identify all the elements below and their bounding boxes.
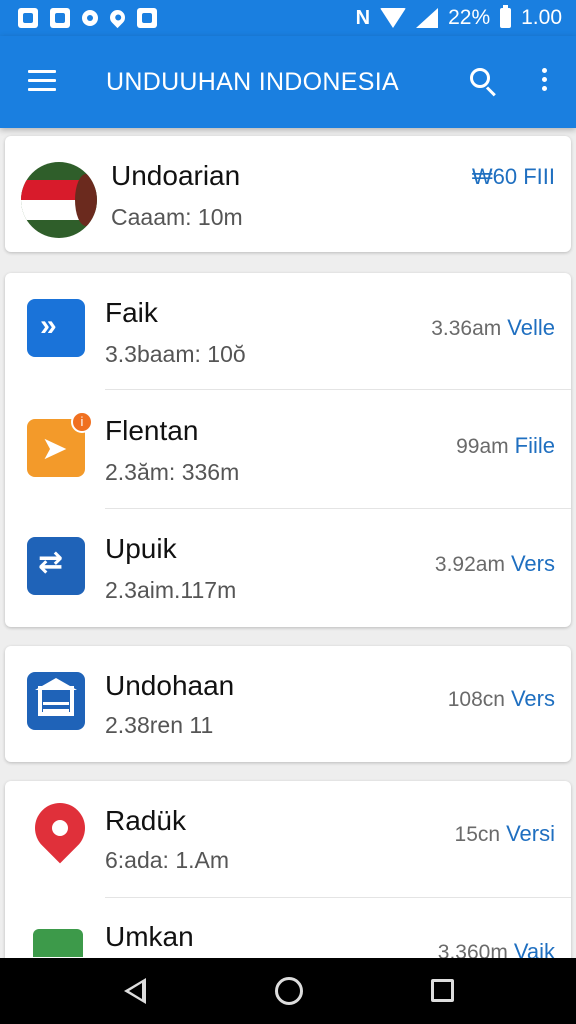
app-name: Undohaan <box>105 670 235 701</box>
app-action-link[interactable]: Velle <box>507 315 555 340</box>
app-size: 15cn <box>454 823 501 846</box>
battery-percent: 22% <box>448 6 491 29</box>
update-icon: ⇄ <box>27 537 85 595</box>
store-icon <box>33 929 83 957</box>
status-notifications <box>18 6 157 29</box>
list-item[interactable]: ➤ i Flentan 2.3ăm: 336m 99am Fiile <box>5 391 571 509</box>
featured-meta[interactable]: ₩60 FIII <box>472 164 555 190</box>
apps-card-2: Undohaan 2.38ren 11 108cn Vers <box>5 646 571 762</box>
info-badge-icon: i <box>71 411 93 433</box>
wifi-icon <box>380 8 407 28</box>
app-size: 99am <box>456 435 509 458</box>
recents-icon[interactable] <box>431 979 454 1002</box>
navigation-bar <box>0 958 576 1024</box>
app-meta: 108cn Vers <box>448 686 555 712</box>
status-bar: N 22% 1.00 <box>0 0 576 36</box>
status-system: N 22% 1.00 <box>355 5 562 30</box>
app-name: Upuik <box>105 533 177 564</box>
search-icon[interactable] <box>468 66 498 97</box>
circle-icon <box>82 10 98 26</box>
app-action-link[interactable]: Fiile <box>515 433 555 458</box>
divider <box>105 389 571 390</box>
app-action-link[interactable]: Vers <box>511 686 555 711</box>
map-pin-icon <box>24 792 96 864</box>
more-vert-icon[interactable] <box>536 68 552 94</box>
indonesia-flag-icon <box>21 162 97 238</box>
app-bar: UNDUUHAN INDONESIA <box>0 36 576 128</box>
app-size: 3.36am <box>431 317 502 340</box>
apps-card-3: Radük 6:ada: 1.Am 15cn Versi Umkan 3.360m… <box>5 781 571 981</box>
app-meta: 99am Fiile <box>456 433 555 459</box>
app-name: Faik <box>105 297 158 328</box>
notification-icon <box>18 8 38 28</box>
home-circle-icon[interactable] <box>275 977 303 1005</box>
image-icon <box>137 8 157 28</box>
app-meta: 3.92am Vers <box>435 551 555 577</box>
featured-name: Undoarian <box>111 160 241 191</box>
app-meta: 15cn Versi <box>455 821 555 847</box>
send-icon: ➤ i <box>27 411 93 477</box>
app-name: Radük <box>105 805 186 836</box>
app-title: UNDUUHAN INDONESIA <box>106 68 399 96</box>
clock: 1.00 <box>521 6 562 29</box>
list-item[interactable]: Undohaan 2.38ren 11 108cn Vers <box>5 646 571 762</box>
signal-icon <box>416 8 439 28</box>
app-subtitle: 2.3aim.117m <box>105 577 237 603</box>
app-size: 108cn <box>447 688 505 711</box>
arrow-forward-icon: » <box>27 299 85 357</box>
app-subtitle: 2.38ren 11 <box>105 712 214 738</box>
list-item[interactable]: Radük 6:ada: 1.Am 15cn Versi <box>5 781 571 899</box>
list-item[interactable]: ⇄ Upuik 2.3aim.117m 3.92am Vers <box>5 509 571 627</box>
app-name: Flentan <box>105 415 199 446</box>
featured-card[interactable]: Undoarian Caaam: 10m ₩60 FIII <box>5 136 571 252</box>
app-subtitle: 3.3baam: 10ŏ <box>105 341 246 367</box>
app-action-link[interactable]: Versi <box>506 821 555 846</box>
app-action-link[interactable]: Vers <box>511 551 555 576</box>
battery-icon <box>500 5 512 28</box>
menu-icon[interactable] <box>28 70 56 92</box>
photo-icon <box>50 8 70 28</box>
divider <box>105 897 571 898</box>
app-subtitle: 2.3ăm: 336m <box>105 459 240 485</box>
home-icon <box>27 672 85 730</box>
location-icon <box>106 6 129 29</box>
featured-subtitle: Caaam: 10m <box>111 204 243 230</box>
app-size: 3.92am <box>434 553 505 576</box>
app-meta: 3.36am Velle <box>431 315 555 341</box>
list-item[interactable]: » Faik 3.3baam: 10ŏ 3.36am Velle <box>5 273 571 391</box>
nfc-icon: N <box>355 6 371 29</box>
apps-card-1: » Faik 3.3baam: 10ŏ 3.36am Velle ➤ i Flen… <box>5 273 571 627</box>
app-subtitle: 6:ada: 1.Am <box>105 847 230 873</box>
back-icon[interactable] <box>124 978 146 1004</box>
app-name: Umkan <box>105 921 194 952</box>
